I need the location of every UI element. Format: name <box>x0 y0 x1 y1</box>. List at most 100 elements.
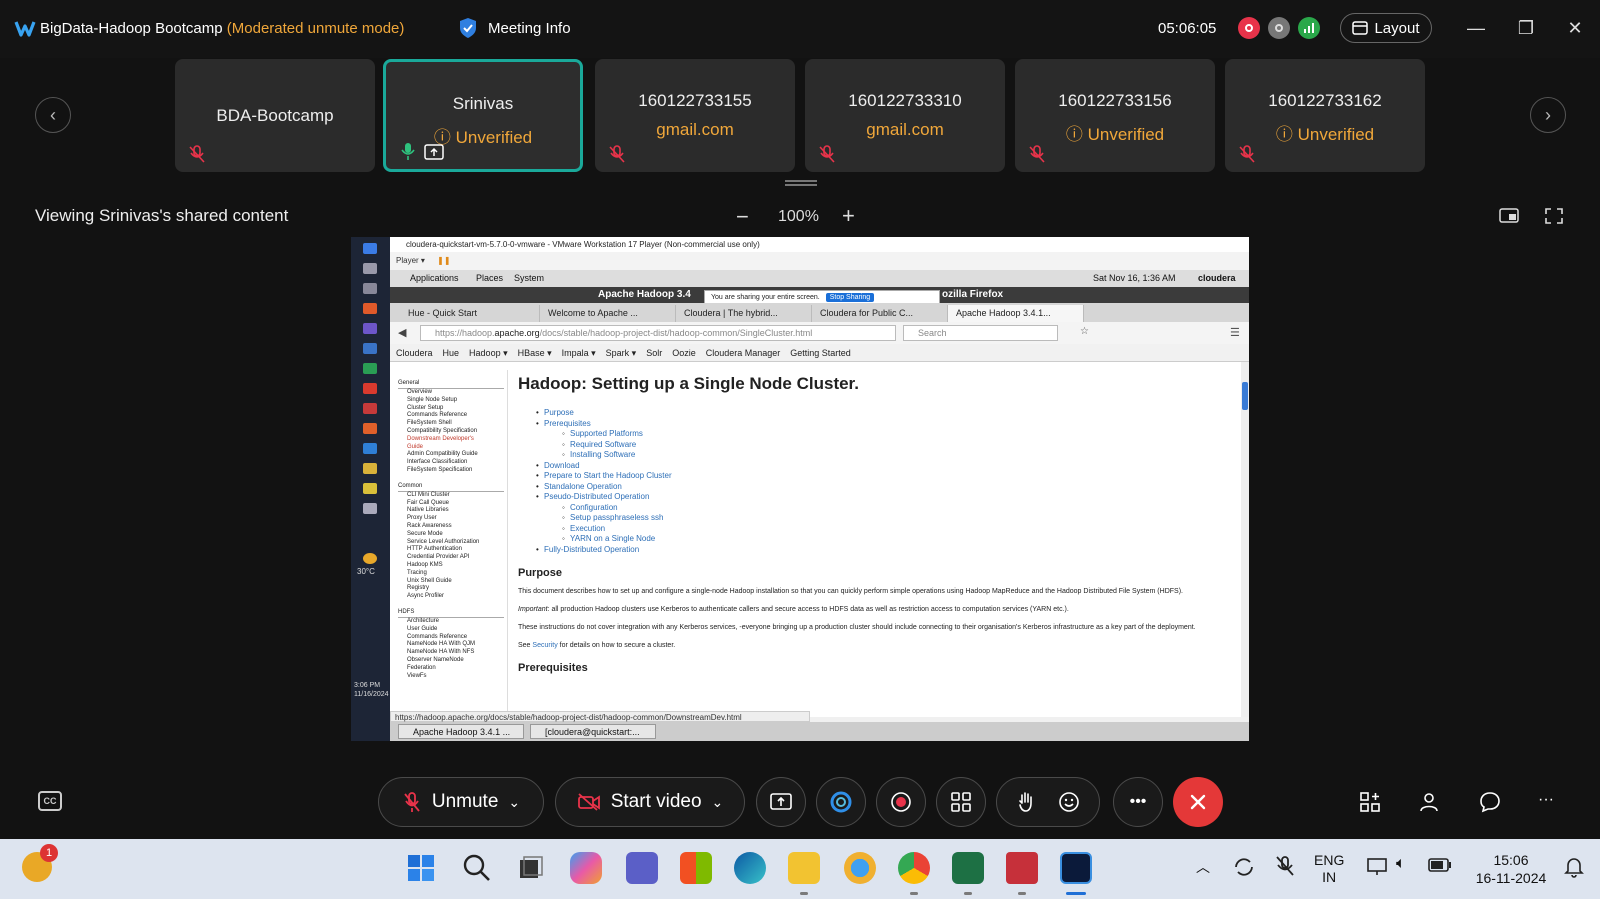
raise-hand-icon[interactable] <box>1016 791 1036 813</box>
sidebar-link[interactable]: Downstream Developer's <box>398 436 504 444</box>
sidebar-link[interactable]: Guide <box>398 444 504 452</box>
edge-icon[interactable] <box>734 852 766 884</box>
pop-out-icon[interactable] <box>1498 206 1520 226</box>
sidebar-link[interactable]: Interface Classification <box>398 459 504 467</box>
copilot-icon[interactable] <box>570 852 602 884</box>
sidebar-link[interactable]: FileSystem Specification <box>398 467 504 475</box>
chevron-down-icon[interactable]: ⌄ <box>712 794 724 811</box>
url-bar[interactable]: https://hadoop.apache.org/docs/stable/ha… <box>420 325 896 341</box>
sidebar-link[interactable]: Unix Shell Guide <box>398 578 504 586</box>
task-view-icon[interactable] <box>514 852 546 884</box>
zoom-in-button[interactable]: + <box>842 203 855 229</box>
sidebar-link[interactable]: Tracing <box>398 570 504 578</box>
sidebar-link[interactable]: FileSystem Shell <box>398 420 504 428</box>
toc-link[interactable]: Installing Software <box>518 450 1208 461</box>
zoom-out-button[interactable]: − <box>736 204 749 230</box>
sidebar-link[interactable]: Compatibility Specification <box>398 428 504 436</box>
bookmark-item[interactable]: Spark ▾ <box>606 348 637 361</box>
sidebar-link[interactable]: ViewFs <box>398 673 504 681</box>
sync-icon[interactable] <box>1232 855 1256 879</box>
sidebar-link[interactable]: NameNode HA With NFS <box>398 649 504 657</box>
key-icon[interactable] <box>1268 17 1290 39</box>
toc-link[interactable]: Download <box>518 461 1208 472</box>
network-signal-icon[interactable] <box>1298 17 1320 39</box>
sidebar-link[interactable]: HTTP Authentication <box>398 546 504 554</box>
participants-icon[interactable] <box>1418 790 1442 814</box>
reaction-emoji-icon[interactable] <box>1058 791 1080 813</box>
guest-task-firefox[interactable]: Apache Hadoop 3.4.1 ... <box>398 724 524 739</box>
windows-start-icon[interactable] <box>405 852 437 884</box>
excel-icon[interactable] <box>952 852 984 884</box>
close-icon[interactable]: ✕ <box>1565 18 1585 38</box>
volume-icon[interactable]: 🔈︎ <box>1396 855 1406 873</box>
participant-tile[interactable]: 160122733310 gmail.com <box>805 59 1005 172</box>
snipping-tool-icon[interactable] <box>1006 852 1038 884</box>
participant-tile-active-speaker[interactable]: Srinivas ⓘ Unverified <box>383 59 583 172</box>
sidebar-link[interactable]: Commands Reference <box>398 412 504 420</box>
sidebar-link[interactable]: Single Node Setup <box>398 397 504 405</box>
browser-tab[interactable]: Hue - Quick Start <box>400 305 540 322</box>
meeting-info-button[interactable]: Meeting Info <box>458 17 571 39</box>
toc-link[interactable]: Purpose <box>518 408 1208 419</box>
store-icon[interactable] <box>680 852 712 884</box>
fullscreen-icon[interactable] <box>1543 206 1565 226</box>
recording-icon[interactable] <box>1238 17 1260 39</box>
next-participants-button[interactable]: › <box>1530 97 1566 133</box>
sidebar-link[interactable]: Hadoop KMS <box>398 562 504 570</box>
webex-assistant-button[interactable] <box>816 777 866 827</box>
resize-handle[interactable] <box>785 180 817 186</box>
more-options-button[interactable]: ••• <box>1113 777 1163 827</box>
search-icon[interactable] <box>461 852 493 884</box>
browser-tab[interactable]: Cloudera | The hybrid... <box>676 305 812 322</box>
sidebar-link[interactable]: Rack Awareness <box>398 523 504 531</box>
toc-link[interactable]: Prerequisites <box>518 419 1208 430</box>
bookmark-item[interactable]: Cloudera Manager <box>706 348 781 361</box>
participant-tile[interactable]: 160122733162 ⓘ Unverified <box>1225 59 1425 172</box>
chevron-down-icon[interactable]: ⌄ <box>508 794 520 811</box>
sidebar-link[interactable]: Observer NameNode <box>398 657 504 665</box>
apps-panel-icon[interactable] <box>1358 790 1382 814</box>
previous-participants-button[interactable]: ‹ <box>35 97 71 133</box>
network-icon[interactable] <box>1366 856 1388 876</box>
toc-link[interactable]: Setup passphraseless ssh <box>518 513 1208 524</box>
chat-icon[interactable] <box>1478 790 1502 814</box>
sidebar-link[interactable]: User Guide <box>398 626 504 634</box>
toc-link[interactable]: Prepare to Start the Hadoop Cluster <box>518 471 1208 482</box>
browser-tab[interactable]: Cloudera for Public C... <box>812 305 948 322</box>
browser-tab[interactable]: Welcome to Apache ... <box>540 305 676 322</box>
menu-icon[interactable]: ☰ <box>1230 326 1240 339</box>
system-menu[interactable]: System <box>514 273 544 283</box>
bookmark-item[interactable]: Hadoop ▾ <box>469 348 508 361</box>
toc-link[interactable]: Pseudo-Distributed Operation <box>518 492 1208 503</box>
leave-meeting-button[interactable] <box>1173 777 1223 827</box>
sidebar-link[interactable]: Overview <box>398 389 504 397</box>
bookmark-item[interactable]: Impala ▾ <box>562 348 596 361</box>
toc-link[interactable]: Required Software <box>518 440 1208 451</box>
share-button[interactable] <box>756 777 806 827</box>
python-idle-icon[interactable] <box>844 852 876 884</box>
system-clock[interactable]: 15:06 16-11-2024 <box>1466 851 1556 887</box>
bookmark-item[interactable]: Hue <box>443 348 460 361</box>
sidebar-link[interactable]: Federation <box>398 665 504 673</box>
toc-link[interactable]: Execution <box>518 524 1208 535</box>
places-menu[interactable]: Places <box>476 273 503 283</box>
back-icon[interactable]: ◀ <box>398 326 406 339</box>
participant-tile[interactable]: 160122733155 gmail.com <box>595 59 795 172</box>
pause-icon[interactable]: ❚❚ <box>437 256 450 265</box>
applications-menu[interactable]: Applications <box>410 273 459 283</box>
sidebar-link[interactable]: Architecture <box>398 618 504 626</box>
restore-icon[interactable]: ❐ <box>1516 18 1536 38</box>
sidebar-link[interactable]: Admin Compatibility Guide <box>398 451 504 459</box>
stop-sharing-button[interactable]: Stop Sharing <box>825 292 875 302</box>
bookmark-item[interactable]: Solr <box>646 348 662 361</box>
guest-task-terminal[interactable]: [cloudera@quickstart:... <box>530 724 656 739</box>
layout-button[interactable]: Layout <box>1340 13 1432 43</box>
record-button[interactable] <box>876 777 926 827</box>
bookmark-item[interactable]: Oozie <box>672 348 696 361</box>
battery-icon[interactable] <box>1428 858 1452 872</box>
browser-search-input[interactable]: Search <box>903 325 1058 341</box>
closed-captions-button[interactable]: CC <box>38 791 62 811</box>
bookmark-item[interactable]: Getting Started <box>790 348 851 361</box>
chevron-up-icon[interactable]: ︿ <box>1196 857 1210 877</box>
bookmark-item[interactable]: HBase ▾ <box>518 348 552 361</box>
